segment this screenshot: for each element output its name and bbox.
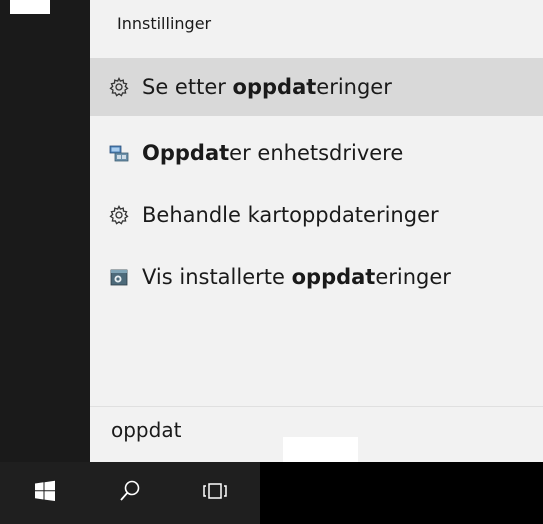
gear-icon: [108, 204, 130, 226]
result-update-device-drivers[interactable]: Oppdater enhetsdrivere: [90, 124, 543, 182]
search-box-highlight: [283, 437, 358, 463]
taskbar-search-button[interactable]: [90, 462, 170, 524]
result-label: Se etter oppdateringer: [142, 75, 392, 99]
result-label: Oppdater enhetsdrivere: [142, 141, 404, 165]
device-manager-icon: [108, 142, 130, 164]
task-view-button[interactable]: [170, 462, 260, 524]
search-box[interactable]: oppdat: [90, 406, 543, 463]
search-results-panel: Innstillinger Se etter oppdateringer Opp…: [90, 0, 543, 406]
section-header: Innstillinger: [117, 14, 212, 33]
gear-icon: [108, 76, 130, 98]
result-label: Behandle kartoppdateringer: [142, 203, 439, 227]
search-icon: [119, 479, 141, 507]
result-manage-map-updates[interactable]: Behandle kartoppdateringer: [90, 186, 543, 244]
start-menu-rail: [0, 0, 90, 462]
installed-updates-icon: [108, 266, 130, 288]
windows-logo-icon: [34, 480, 56, 506]
screen: Innstillinger Se etter oppdateringer Opp…: [0, 0, 543, 524]
start-button[interactable]: [0, 462, 90, 524]
search-input[interactable]: oppdat: [111, 418, 181, 442]
result-check-for-updates[interactable]: Se etter oppdateringer: [90, 58, 543, 116]
task-view-icon: [201, 481, 229, 505]
taskbar: [0, 462, 543, 524]
result-view-installed-updates[interactable]: Vis installerte oppdateringer: [90, 248, 543, 306]
result-label: Vis installerte oppdateringer: [142, 265, 451, 289]
rail-hamburger-fragment[interactable]: [10, 0, 50, 14]
